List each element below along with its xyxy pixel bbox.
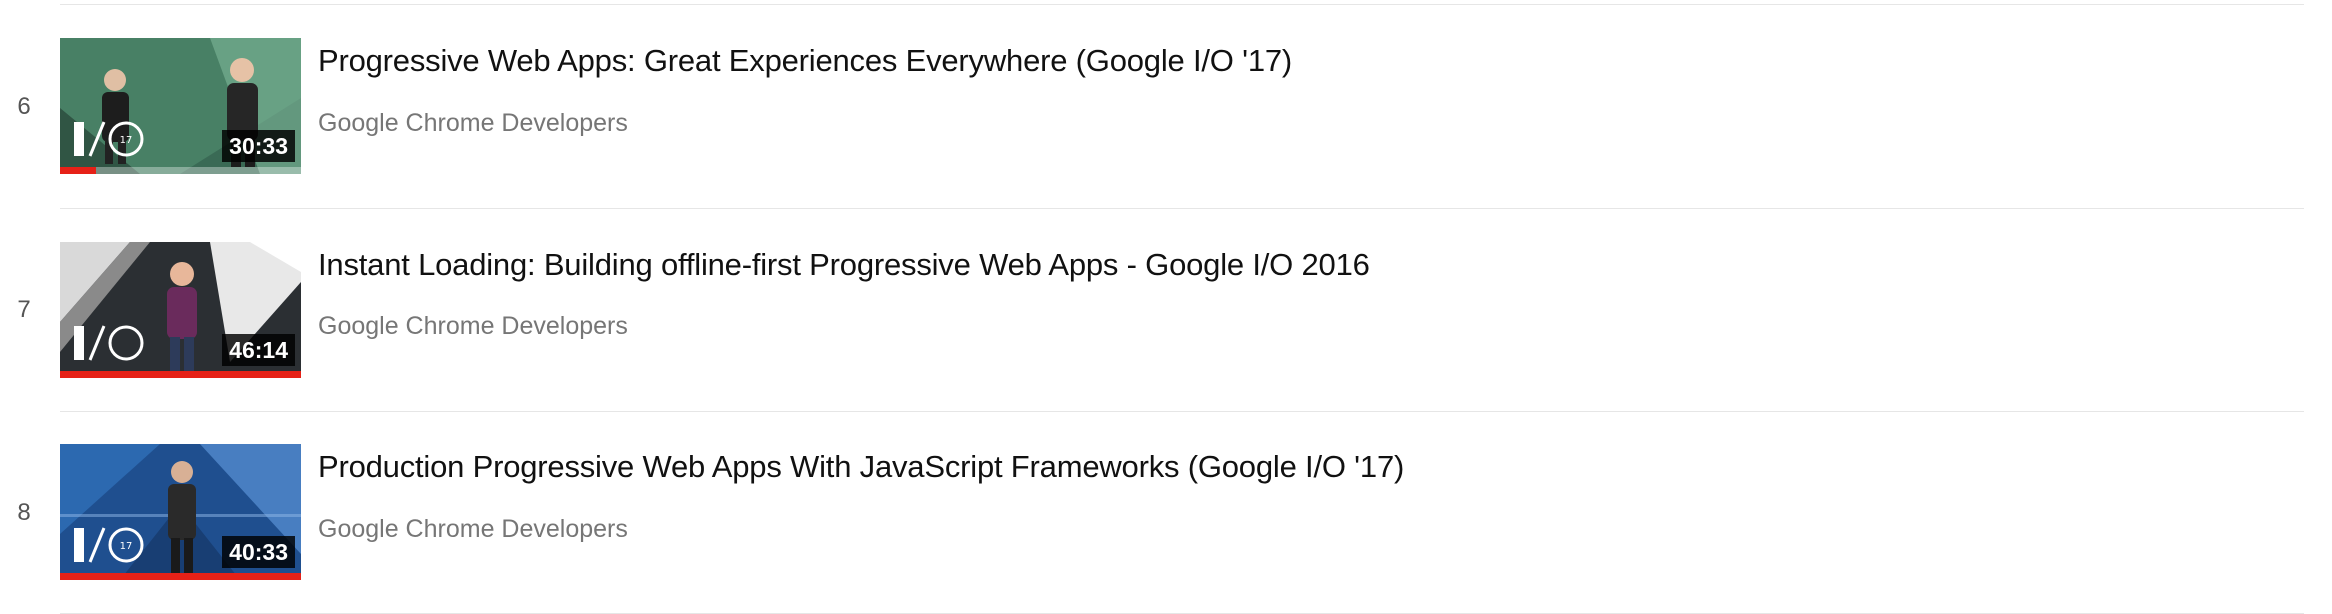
video-duration: 40:33: [222, 536, 295, 568]
playlist-item[interactable]: 7 46:14 Instant Loading: Building offlin…: [0, 208, 2332, 411]
video-title[interactable]: Instant Loading: Building offline-first …: [318, 247, 1370, 283]
watch-progress-bar: [60, 371, 301, 378]
svg-text:17: 17: [120, 541, 133, 552]
item-index: 7: [17, 296, 31, 323]
channel-name[interactable]: Google Chrome Developers: [318, 109, 628, 138]
video-thumbnail[interactable]: 17 40:33: [60, 444, 301, 580]
playlist-list: 6 17 30:33 Progressive Web Apps: Great E…: [0, 0, 2332, 614]
watch-progress-track: [60, 167, 301, 174]
google-io-logo-icon: [74, 325, 144, 361]
video-title[interactable]: Production Progressive Web Apps With Jav…: [318, 449, 1404, 485]
item-index: 8: [17, 499, 31, 526]
google-io-logo-icon: 17: [74, 527, 144, 563]
item-index: 6: [17, 93, 31, 120]
watch-progress-bar: [60, 167, 97, 174]
channel-name[interactable]: Google Chrome Developers: [318, 312, 628, 341]
google-io-logo-icon: 17: [74, 121, 144, 157]
watch-progress-bar: [60, 573, 301, 580]
video-thumbnail[interactable]: 46:14: [60, 242, 301, 378]
video-duration: 46:14: [222, 334, 295, 366]
video-title[interactable]: Progressive Web Apps: Great Experiences …: [318, 43, 1292, 79]
svg-text:17: 17: [120, 135, 133, 146]
video-duration: 30:33: [222, 130, 295, 162]
video-thumbnail[interactable]: 17 30:33: [60, 38, 301, 174]
playlist-item[interactable]: 6 17 30:33 Progressive Web Apps: Great E…: [0, 5, 2332, 208]
channel-name[interactable]: Google Chrome Developers: [318, 515, 628, 544]
playlist-item[interactable]: 8 17 40:33 Production Progressive Web Ap…: [0, 411, 2332, 614]
